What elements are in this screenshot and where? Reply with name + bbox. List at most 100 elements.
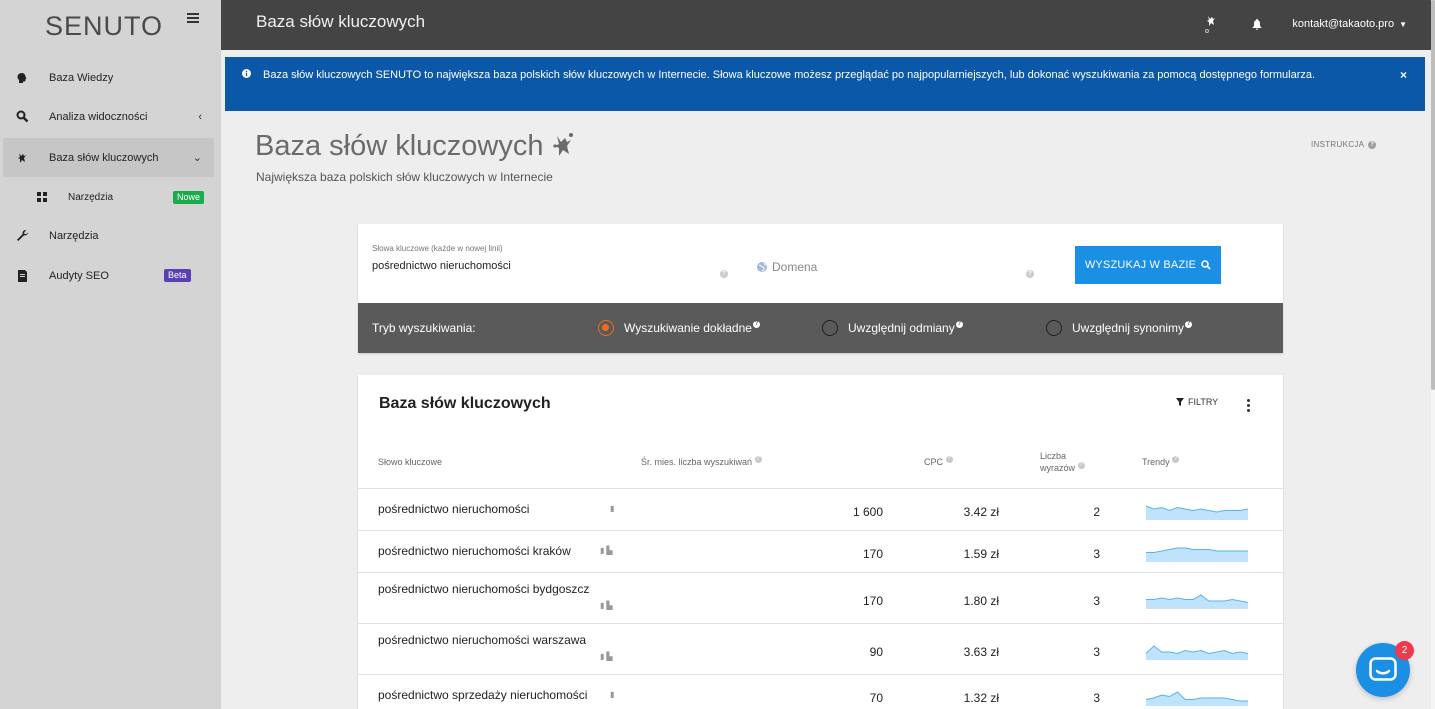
sidebar-item-narzedzia[interactable]: Narzędzia — [3, 216, 214, 255]
trend-sparkline[interactable] — [1144, 688, 1250, 706]
bar-chart-icon[interactable]: ▙ — [606, 601, 612, 610]
page-scrollbar[interactable] — [1431, 0, 1435, 709]
chat-icon — [1369, 657, 1397, 681]
keywords-help-icon[interactable]: ? — [720, 262, 728, 280]
column-header-trends[interactable]: Trendy ? — [1142, 456, 1180, 468]
new-badge: Nowe — [173, 191, 205, 204]
keyword-base-title-icon — [553, 133, 573, 156]
notifications-bell-icon[interactable] — [1252, 18, 1262, 30]
table-row[interactable]: pośrednictwo nieruchomości ▮ 1 600 3.42 zł 2 — [358, 488, 1283, 530]
words-cell: 2 — [1093, 505, 1100, 519]
trend-sparkline[interactable] — [1144, 591, 1250, 609]
keyword-cell[interactable]: pośrednictwo nieruchomości bydgoszcz — [378, 582, 589, 596]
page-title: Baza słów kluczowych — [255, 130, 544, 162]
sidebar-item-narzedzia-sub[interactable]: Narzędzia Nowe — [3, 178, 214, 217]
search-button-label: WYSZUKAJ W BAZIE — [1084, 259, 1197, 271]
mode-exact-label: Wyszukiwanie dokładne — [624, 321, 752, 335]
trend-sparkline[interactable] — [1144, 544, 1250, 562]
info-alert: Baza słów kluczowych SENUTO to największ… — [225, 57, 1425, 111]
logo-area: SENUTO — [0, 0, 221, 50]
domain-placeholder: Domena — [772, 260, 818, 274]
help-icon: ? — [1172, 456, 1180, 463]
keyword-cell[interactable]: pośrednictwo nieruchomości warszawa — [378, 633, 586, 647]
help-icon: ? — [945, 456, 953, 463]
search-mode-bar: Tryb wyszukiwania: Wyszukiwanie dokładne… — [358, 303, 1283, 353]
hamburger-menu-icon[interactable] — [187, 13, 199, 25]
map-icon[interactable]: ▮ — [600, 546, 604, 555]
searches-cell: 1 600 — [852, 505, 883, 519]
instructions-link[interactable]: INSTRUKCJA ? — [1311, 140, 1377, 149]
radio-selected-icon — [598, 320, 614, 336]
sidebar-item-audyty-seo[interactable]: Audyty SEO Beta — [3, 256, 214, 295]
table-row[interactable]: pośrednictwo sprzedaży nieruchomości ▮ 70 1… — [358, 674, 1283, 709]
cpc-cell: 1.80 zł — [963, 594, 999, 608]
mode-inflections-label: Uwzględnij odmiany — [848, 321, 955, 335]
map-icon[interactable]: ▮ — [610, 504, 614, 513]
sidebar-item-baza-slow-kluczowych[interactable]: Baza słów kluczowych ⌄ — [3, 138, 214, 177]
trend-sparkline[interactable] — [1144, 642, 1250, 660]
trend-sparkline[interactable] — [1144, 502, 1250, 520]
radio-unselected-icon — [822, 320, 838, 336]
brain-icon — [15, 71, 29, 85]
header-title: Baza słów kluczowych — [256, 12, 426, 31]
cpc-cell: 3.63 zł — [963, 645, 999, 659]
page-subtitle: Największa baza polskich słów kluczowych… — [256, 170, 553, 184]
sidebar-item-label: Narzędzia — [49, 229, 99, 242]
filter-icon — [1176, 398, 1184, 406]
cpc-cell: 1.59 zł — [963, 547, 999, 561]
sidebar-item-baza-wiedzy[interactable]: Baza Wiedzy — [3, 58, 214, 97]
cpc-cell: 3.42 zł — [963, 505, 999, 519]
keyword-base-header-icon[interactable] — [1204, 14, 1218, 34]
user-email-menu[interactable]: kontakt@takaoto.pro ▼ — [1292, 18, 1407, 30]
domain-field[interactable]: Domena — [756, 260, 817, 274]
close-icon[interactable]: × — [1400, 67, 1407, 83]
help-icon[interactable]: ? — [752, 321, 760, 328]
table-row[interactable]: pośrednictwo nieruchomości bydgoszcz ▮ ▙ 17… — [358, 572, 1283, 623]
column-header-searches[interactable]: Śr. mies. liczba wyszukiwań ? — [641, 456, 762, 468]
filters-label: FILTRY — [1188, 397, 1219, 407]
domain-help-icon[interactable]: ? — [1026, 262, 1034, 280]
globe-icon — [757, 262, 767, 272]
searches-cell: 90 — [869, 645, 883, 659]
keyword-cell[interactable]: pośrednictwo nieruchomości — [378, 502, 529, 516]
bar-chart-icon[interactable]: ▙ — [606, 546, 612, 555]
map-icon[interactable]: ▮ — [600, 652, 604, 661]
bar-chart-icon[interactable]: ▙ — [606, 652, 612, 661]
cpc-cell: 1.32 zł — [963, 691, 999, 705]
top-bar-actions: kontakt@takaoto.pro ▼ — [1204, 14, 1407, 34]
help-icon: ? — [1368, 140, 1377, 149]
radio-unselected-icon — [1046, 320, 1062, 336]
scrollbar-thumb[interactable] — [1431, 0, 1435, 390]
keyword-cell[interactable]: pośrednictwo nieruchomości kraków — [378, 544, 571, 558]
map-icon[interactable]: ▮ — [600, 601, 604, 610]
help-icon[interactable]: ? — [955, 321, 963, 328]
more-options-icon[interactable] — [1247, 399, 1250, 414]
mode-inflections-radio[interactable]: Uwzględnij odmiany? — [822, 320, 963, 336]
search-button[interactable]: WYSZUKAJ W BAZIE — [1075, 246, 1221, 284]
instructions-label: INSTRUKCJA — [1311, 140, 1365, 149]
column-header-cpc[interactable]: CPC ? — [924, 456, 953, 468]
sidebar-item-analiza-widocznosci[interactable]: Analiza widoczności ‹ — [3, 97, 214, 136]
search-icon — [15, 110, 29, 124]
searches-cell: 70 — [869, 691, 883, 705]
map-icon[interactable]: ▮ — [610, 690, 614, 699]
keyword-actions: ▮ ▙ — [600, 601, 613, 610]
keywords-textarea[interactable]: pośrednictwo nieruchomości — [372, 260, 511, 272]
table-row[interactable]: pośrednictwo nieruchomości kraków ▮ ▙ 170 1.… — [358, 530, 1283, 572]
column-header-words[interactable]: Liczba wyrazów ? — [1040, 450, 1085, 474]
chevron-left-icon: ‹ — [198, 110, 202, 123]
wrench-icon — [15, 229, 29, 243]
senuto-logo[interactable]: SENUTO — [45, 11, 163, 42]
column-header-keyword[interactable]: Słowo kluczowe — [378, 456, 442, 468]
alert-text: Baza słów kluczowych SENUTO to największ… — [263, 69, 1316, 81]
help-icon[interactable]: ? — [1185, 321, 1193, 328]
searches-cell: 170 — [862, 594, 883, 608]
keyword-cell[interactable]: pośrednictwo sprzedaży nieruchomości — [378, 688, 587, 702]
table-row[interactable]: pośrednictwo nieruchomości warszawa ▮ ▙ 90 3… — [358, 623, 1283, 674]
audit-icon — [15, 269, 29, 283]
mode-synonyms-radio[interactable]: Uwzględnij synonimy? — [1046, 320, 1193, 336]
sidebar-item-label: Analiza widoczności — [49, 110, 148, 123]
filters-button[interactable]: FILTRY — [1176, 397, 1218, 407]
results-card: Baza słów kluczowych FILTRY Słowo kluczo… — [358, 375, 1283, 709]
mode-exact-radio[interactable]: Wyszukiwanie dokładne? — [598, 320, 760, 336]
